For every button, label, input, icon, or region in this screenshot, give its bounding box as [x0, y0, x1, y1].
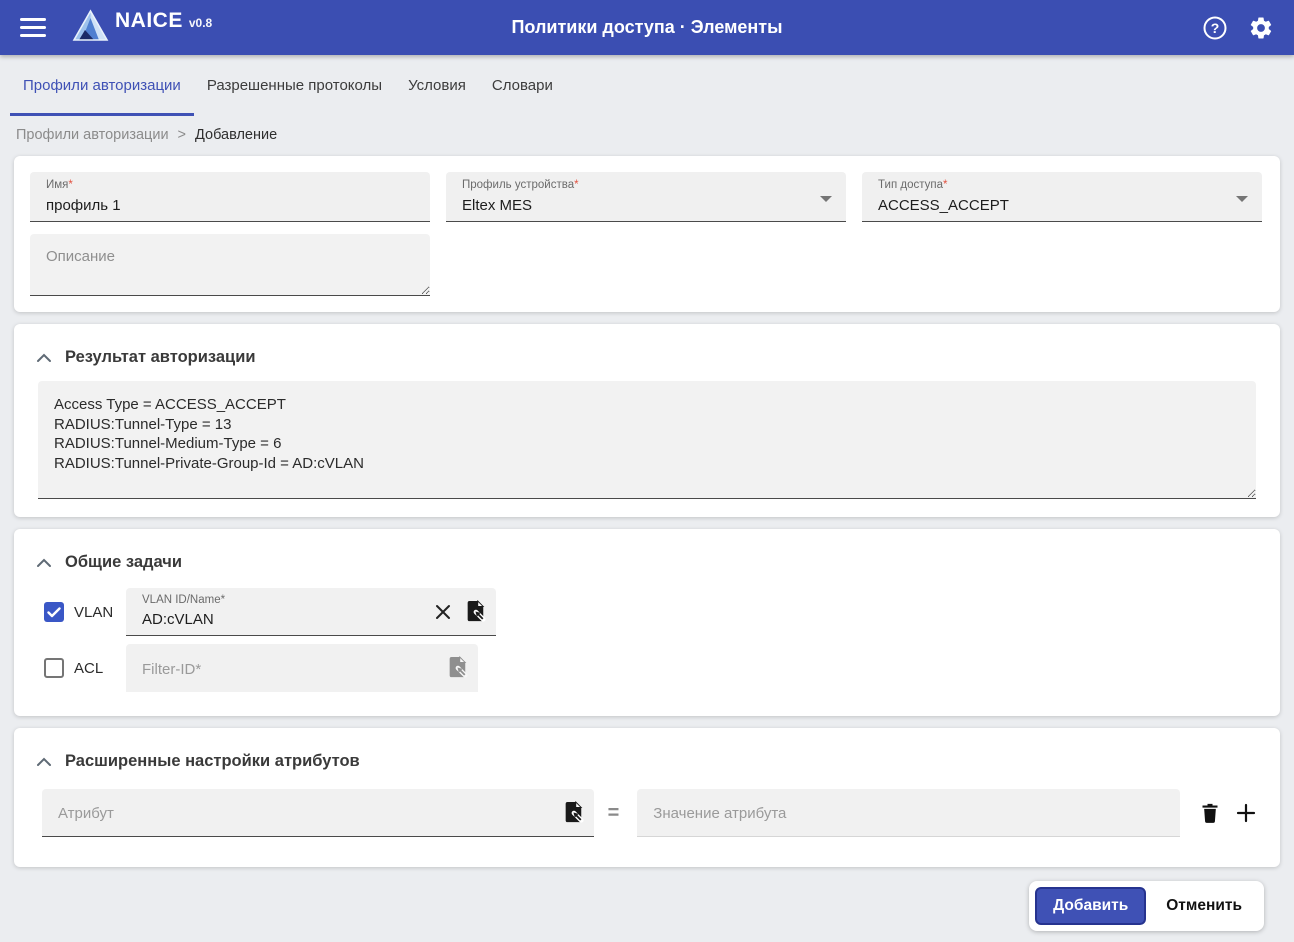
attribute-value-field[interactable]: Значение атрибута — [637, 789, 1180, 837]
access-type-value: ACCESS_ACCEPT — [878, 197, 1009, 214]
vlan-task-row: VLAN VLAN ID/Name* AD:cVLAN — [44, 588, 1264, 636]
profile-form-card: Имя* профиль 1 Профиль устройства* Eltex… — [14, 156, 1280, 312]
vlan-id-field-value: AD:cVLAN — [142, 611, 214, 628]
required-marker: * — [574, 179, 579, 191]
dropdown-arrow-icon[interactable] — [1236, 196, 1248, 202]
filter-id-field[interactable]: Filter-ID* — [126, 644, 478, 692]
dropdown-arrow-icon[interactable] — [820, 196, 832, 202]
app-name: NAICE — [115, 8, 183, 32]
select-from-list-file-icon[interactable] — [562, 800, 584, 825]
acl-checkbox[interactable] — [44, 658, 64, 678]
breadcrumb-parent[interactable]: Профили авторизации — [16, 127, 169, 143]
collapse-chevron-up-icon[interactable] — [36, 757, 52, 767]
svg-text:?: ? — [1211, 20, 1220, 36]
required-marker: * — [68, 179, 73, 191]
vlan-id-field-label: VLAN ID/Name — [142, 594, 221, 606]
description-textarea[interactable] — [30, 234, 430, 296]
name-field[interactable]: Имя* профиль 1 — [30, 172, 430, 222]
access-type-label: Тип доступа — [878, 179, 943, 191]
checkmark-icon — [47, 606, 61, 617]
attribute-field[interactable]: Атрибут — [42, 789, 594, 837]
help-icon[interactable]: ? — [1202, 15, 1228, 41]
breadcrumb-separator: > — [177, 127, 187, 143]
settings-gear-icon[interactable] — [1248, 15, 1274, 41]
action-buttons-card: Добавить Отменить — [1029, 881, 1264, 931]
tab-authorization-profiles[interactable]: Профили авторизации — [10, 58, 194, 116]
tab-allowed-protocols[interactable]: Разрешенные протоколы — [194, 58, 395, 116]
common-tasks-card: Общие задачи VLAN VLAN ID/Name* AD:cVLAN — [14, 529, 1280, 716]
submit-button[interactable]: Добавить — [1035, 887, 1147, 925]
equals-sign: = — [607, 801, 620, 824]
brand: NAICE v0.8 — [72, 9, 212, 47]
attribute-value-placeholder: Значение атрибута — [653, 805, 787, 822]
filter-id-placeholder: Filter-ID* — [142, 661, 202, 678]
advanced-attributes-card: Расширенные настройки атрибутов Атрибут — [14, 728, 1280, 867]
common-tasks-title: Общие задачи — [65, 553, 182, 571]
cancel-button[interactable]: Отменить — [1150, 889, 1258, 923]
collapse-chevron-up-icon[interactable] — [36, 558, 52, 568]
menu-icon[interactable] — [20, 18, 46, 37]
required-marker: * — [943, 179, 948, 191]
select-from-list-file-icon — [446, 656, 468, 680]
device-profile-select[interactable]: Профиль устройства* Eltex MES — [446, 172, 846, 222]
breadcrumb: Профили авторизации > Добавление — [0, 116, 1294, 156]
tab-dictionaries[interactable]: Словари — [479, 58, 566, 116]
acl-checkbox-label: ACL — [74, 659, 104, 677]
footer-actions: Добавить Отменить — [14, 879, 1280, 931]
vlan-checkbox[interactable] — [44, 602, 64, 622]
tab-bar: Профили авторизации Разрешенные протокол… — [0, 55, 1294, 116]
add-plus-icon[interactable] — [1236, 803, 1256, 823]
app-bar: NAICE v0.8 Политики доступа · Элементы ? — [0, 0, 1294, 55]
app-logo-icon — [72, 8, 109, 47]
device-profile-label: Профиль устройства — [462, 179, 575, 191]
access-type-select[interactable]: Тип доступа* ACCESS_ACCEPT — [862, 172, 1262, 222]
vlan-checkbox-label: VLAN — [74, 603, 114, 621]
app-version: v0.8 — [188, 15, 213, 30]
required-marker: * — [220, 594, 226, 606]
acl-task-row: ACL Filter-ID* — [44, 644, 1264, 692]
advanced-attributes-title: Расширенные настройки атрибутов — [65, 752, 360, 770]
vlan-id-field[interactable]: VLAN ID/Name* AD:cVLAN — [126, 588, 496, 636]
name-field-value: профиль 1 — [46, 197, 121, 214]
device-profile-value: Eltex MES — [462, 197, 533, 214]
auth-result-title: Результат авторизации — [65, 348, 256, 366]
auth-result-card: Результат авторизации Access Type = ACCE… — [14, 324, 1280, 517]
auth-result-textarea[interactable]: Access Type = ACCESS_ACCEPT RADIUS:Tunne… — [38, 381, 1256, 499]
collapse-chevron-up-icon[interactable] — [36, 353, 52, 363]
attribute-row: Атрибут = Значение атрибута — [38, 789, 1256, 837]
name-field-label: Имя — [46, 179, 69, 191]
select-from-list-file-icon[interactable] — [464, 599, 486, 624]
delete-trash-icon[interactable] — [1200, 802, 1220, 824]
attribute-placeholder: Атрибут — [58, 805, 114, 822]
tab-conditions[interactable]: Условия — [395, 58, 479, 116]
breadcrumb-current: Добавление — [195, 127, 278, 143]
clear-x-icon[interactable] — [434, 603, 452, 621]
